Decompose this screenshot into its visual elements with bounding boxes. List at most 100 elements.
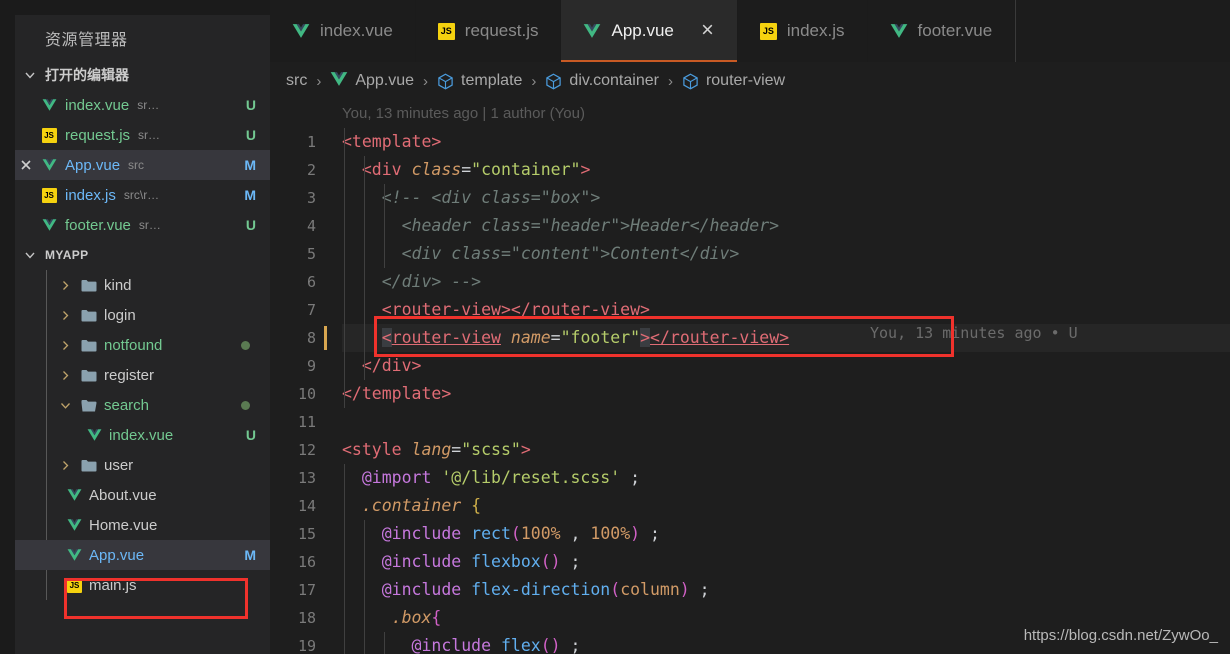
breadcrumb-item-router-view[interactable]: router-view <box>682 72 785 90</box>
code-line-5: <div class="content">Content</div> <box>401 244 740 263</box>
tree-file-main-js[interactable]: JS main.js <box>15 570 270 600</box>
breadcrumb-item-div-container[interactable]: div.container <box>545 72 659 90</box>
activity-bar[interactable] <box>0 0 15 654</box>
vue-icon <box>67 488 82 502</box>
tree-file-home-vue[interactable]: Home.vue <box>15 510 270 540</box>
js-icon: JS <box>37 187 61 203</box>
tab-index-vue[interactable]: index.vue <box>270 0 416 62</box>
chevron-down-icon <box>19 244 41 266</box>
open-editor-row-selected[interactable]: App.vue src M <box>15 150 270 180</box>
open-editors-header[interactable]: 打开的编辑器 <box>15 60 270 90</box>
open-editor-row[interactable]: JS request.js sr… U <box>15 120 270 150</box>
code-line-9: </div> <box>361 356 422 375</box>
explorer-title: 资源管理器 <box>45 31 128 49</box>
tree-item-label: search <box>104 396 150 414</box>
breadcrumb-item-src[interactable]: src <box>286 72 307 90</box>
open-editor-row[interactable]: footer.vue sr… U <box>15 210 270 240</box>
close-icon[interactable] <box>15 158 37 172</box>
line-number: 4 <box>306 217 316 235</box>
tab-app-vue[interactable]: App.vue <box>561 0 738 62</box>
chevron-right-icon[interactable] <box>55 279 75 292</box>
vue-icon <box>292 23 310 39</box>
tab-request-js[interactable]: JS request.js <box>415 0 562 62</box>
code-line-14: .container { <box>361 496 482 515</box>
tree-item-label: Home.vue <box>89 516 158 534</box>
chevron-down-icon <box>19 64 41 86</box>
open-editors-label: 打开的编辑器 <box>45 67 129 83</box>
tree-item-label: App.vue <box>89 546 145 564</box>
code-line-16: @include flexbox() ; <box>381 552 581 571</box>
vue-icon <box>890 23 908 39</box>
tree-file-about-vue[interactable]: About.vue <box>15 480 270 510</box>
line-number: 16 <box>297 553 316 571</box>
open-editors-list: index.vue sr… U JS request.js sr… U App.… <box>15 90 270 240</box>
file-name: footer.vue <box>65 216 131 234</box>
tab-footer-vue[interactable]: footer.vue <box>867 0 1016 62</box>
line-number: 19 <box>297 637 316 654</box>
chevron-right-icon[interactable] <box>55 369 75 382</box>
folder-icon <box>81 369 97 382</box>
indent-guide <box>344 128 345 408</box>
code-line-12: <style lang="scss"> <box>342 440 531 459</box>
code-line-4: <header class="header">Header</header> <box>401 216 780 235</box>
file-path: sr… <box>137 98 160 112</box>
tab-index-js[interactable]: JS index.js <box>737 0 868 62</box>
status-badge: U <box>245 427 256 443</box>
code-line-1: <template> <box>342 132 442 151</box>
vue-icon <box>87 428 102 442</box>
close-icon[interactable] <box>700 22 715 41</box>
code-editor[interactable]: 1 2 3 4 5 6 7 8 9 10 11 12 13 14 15 16 1… <box>270 100 1230 654</box>
line-number: 8 <box>306 329 316 347</box>
open-editor-row[interactable]: JS index.js src\r… M <box>15 180 270 210</box>
indent-guide <box>344 464 345 654</box>
tree-file-app-vue-selected[interactable]: App.vue M <box>15 540 270 570</box>
watermark-url: https://blog.csdn.net/ZywOo_ <box>1023 627 1218 644</box>
folder-icon <box>81 339 97 352</box>
code-line-6: </div> --> <box>381 272 482 291</box>
chevron-right-icon[interactable] <box>55 339 75 352</box>
tree-folder-register[interactable]: register <box>15 360 270 390</box>
project-label: MYAPP <box>45 248 89 262</box>
status-badge: M <box>244 157 256 173</box>
line-number: 15 <box>297 525 316 543</box>
tree-folder-login[interactable]: login <box>15 300 270 330</box>
breadcrumb-separator: › <box>667 72 673 90</box>
chevron-right-icon[interactable] <box>55 459 75 472</box>
breadcrumb-item-template[interactable]: template <box>437 72 522 90</box>
tree-folder-kind[interactable]: kind <box>15 270 270 300</box>
line-number: 13 <box>297 469 316 487</box>
status-badge: U <box>245 97 256 113</box>
tree-item-label: login <box>104 306 136 324</box>
breadcrumb-label: App.vue <box>355 72 415 89</box>
file-name: App.vue <box>65 156 121 174</box>
cube-icon <box>545 73 562 90</box>
file-path: src\r… <box>123 188 160 202</box>
chevron-right-icon[interactable] <box>55 309 75 322</box>
breadcrumb-separator: › <box>423 72 429 90</box>
line-number: 5 <box>306 245 316 263</box>
tab-label: request.js <box>464 21 539 40</box>
folder-icon <box>81 279 97 292</box>
tree-folder-notfound[interactable]: notfound <box>15 330 270 360</box>
file-tree: kind login notfound register search inde… <box>15 270 270 600</box>
chevron-down-icon[interactable] <box>55 399 75 412</box>
inline-git-blame: You, 13 minutes ago • U <box>870 324 1078 342</box>
status-badge: U <box>245 217 256 233</box>
js-icon: JS <box>759 22 777 40</box>
vue-icon <box>37 158 61 172</box>
file-name: index.vue <box>65 96 130 114</box>
tree-folder-user[interactable]: user <box>15 450 270 480</box>
file-path: src <box>128 158 145 172</box>
project-header[interactable]: MYAPP <box>15 240 270 270</box>
tab-label: App.vue <box>611 21 674 40</box>
line-number: 11 <box>297 413 316 431</box>
breadcrumb-item-app-vue[interactable]: App.vue <box>330 71 414 92</box>
status-badge: M <box>244 547 256 563</box>
line-number: 1 <box>306 133 316 151</box>
line-number: 7 <box>306 301 316 319</box>
open-editor-row[interactable]: index.vue sr… U <box>15 90 270 120</box>
vue-icon <box>330 71 348 92</box>
tree-file-index-vue[interactable]: index.vue U <box>15 420 270 450</box>
code-content[interactable]: You, 13 minutes ago | 1 author (You) <te… <box>342 100 1230 654</box>
tree-folder-search[interactable]: search <box>15 390 270 420</box>
